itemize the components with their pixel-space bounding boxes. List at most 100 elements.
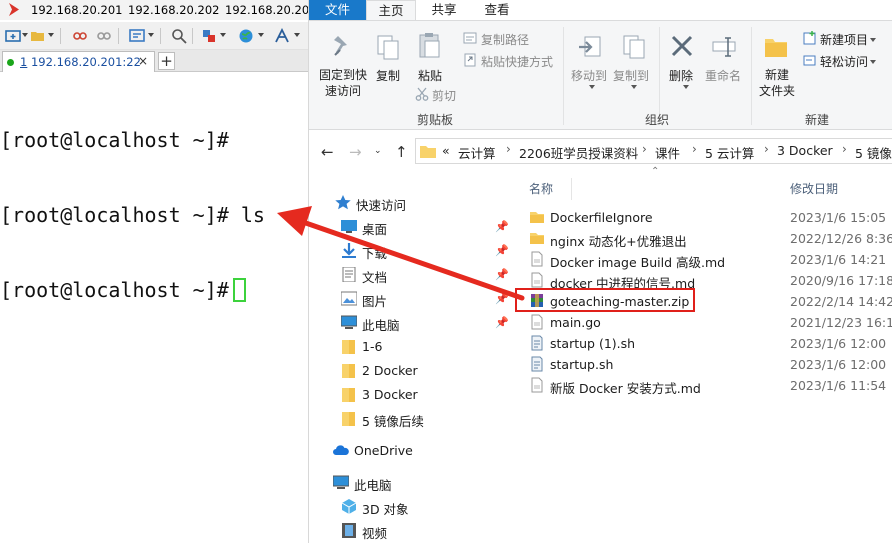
chevron-down-icon[interactable]	[294, 33, 300, 37]
chevron-down-icon	[683, 85, 689, 89]
screen: 192.168.20.201 192.168.20.202 192.168.20…	[0, 0, 892, 543]
folder-icon	[342, 340, 355, 354]
copy-button[interactable]: 复制	[376, 67, 400, 84]
breadcrumb-item[interactable]: 5 镜像后	[855, 143, 892, 162]
file-name: startup (1).sh	[550, 336, 636, 351]
find-icon[interactable]	[171, 28, 187, 44]
easy-access-button[interactable]: 轻松访问	[820, 53, 877, 70]
terminal-line: [root@localhost ~]#	[0, 128, 229, 152]
transfer-icon[interactable]	[201, 28, 217, 44]
file-list: ⌃ 名称 修改日期 DockerfileIgnore 2023/1/6 15:05…	[519, 166, 892, 543]
paste-shortcut-button[interactable]: 粘贴快捷方式	[481, 53, 553, 70]
script-file-icon	[529, 335, 545, 351]
forward-button[interactable]: →	[349, 143, 362, 161]
tab-view[interactable]: 查看	[472, 0, 522, 20]
terminal-line: [root@localhost ~]# ls	[0, 203, 265, 227]
globe-icon[interactable]	[238, 28, 254, 44]
file-row[interactable]: DockerfileIgnore 2023/1/6 15:05	[519, 207, 892, 228]
chevron-down-icon[interactable]	[148, 33, 154, 37]
session-link[interactable]: 192.168.20.203	[225, 3, 316, 17]
file-row[interactable]: 新版 Docker 安装方式.md 2023/1/6 11:54	[519, 375, 892, 396]
tab-file[interactable]: 文件	[309, 0, 366, 20]
session-bar: 192.168.20.201 192.168.20.202 192.168.20…	[0, 0, 316, 20]
copy-to-button[interactable]: 复制到	[613, 67, 649, 84]
move-to-button[interactable]: 移动到	[571, 67, 607, 84]
chevron-down-icon[interactable]	[220, 33, 226, 37]
pin-quick-access-button[interactable]: 固定到快 速访问	[315, 67, 371, 99]
rename-icon	[712, 37, 736, 57]
file-row[interactable]: Docker image Build 高级.md 2023/1/6 14:21	[519, 249, 892, 270]
file-row[interactable]: main.go 2021/12/23 16:16	[519, 312, 892, 333]
tab-share[interactable]: 共享	[419, 0, 469, 20]
chevron-down-icon[interactable]	[48, 33, 54, 37]
paste-button[interactable]: 粘贴	[418, 67, 442, 84]
properties-icon[interactable]	[129, 28, 145, 44]
ribbon: 固定到快 速访问 复制 粘贴 复制路径 粘贴快捷方式 剪切 剪贴板 移动到 复制…	[309, 20, 892, 130]
new-tab-button[interactable]: +	[158, 52, 175, 70]
highlight-box	[515, 288, 695, 312]
chevron-down-icon[interactable]	[22, 33, 28, 37]
folder-icon	[342, 388, 355, 402]
breadcrumb-overflow[interactable]: «	[442, 143, 450, 158]
open-folder-icon[interactable]	[30, 28, 46, 44]
breadcrumb-item[interactable]: 课件	[655, 143, 680, 162]
copy-path-button[interactable]: 复制路径	[481, 31, 529, 48]
column-header-modified[interactable]: 修改日期	[790, 180, 838, 197]
move-to-icon	[579, 36, 601, 57]
document-icon	[342, 267, 356, 282]
font-icon[interactable]	[274, 28, 290, 44]
folder-icon	[342, 364, 355, 378]
file-row[interactable]: nginx 动态化+优雅退出 2022/12/26 8:36	[519, 228, 892, 249]
breadcrumb-item[interactable]: 云计算	[458, 143, 496, 162]
breadcrumb-item[interactable]: 2206班学员授课资料	[519, 143, 638, 162]
copy-to-icon	[623, 35, 645, 59]
rename-button[interactable]: 重命名	[705, 67, 741, 84]
ssh-terminal-window: 192.168.20.201 192.168.20.202 192.168.20…	[0, 0, 316, 543]
terminal-output[interactable]: [root@localhost ~]# [root@localhost ~]# …	[0, 78, 308, 353]
copy-path-icon	[463, 32, 477, 44]
delete-icon	[671, 35, 693, 57]
up-button[interactable]: ↑	[395, 143, 408, 161]
text-cursor	[232, 278, 246, 302]
breadcrumb-item[interactable]: 5 云计算	[705, 143, 754, 162]
session-tab[interactable]: 1 192.168.20.201:22 ×	[2, 51, 155, 72]
file-name: nginx 动态化+优雅退出	[550, 234, 687, 249]
document-icon	[529, 272, 545, 288]
address-bar[interactable]: « 云计算 › 2206班学员授课资料 › 课件 › 5 云计算 › 3 Doc…	[415, 138, 892, 164]
paste-icon	[419, 33, 440, 58]
reconnect-icon[interactable]	[96, 28, 112, 44]
folder-icon	[420, 146, 436, 158]
file-name: Docker image Build 高级.md	[550, 255, 726, 270]
computer-icon	[341, 315, 357, 329]
new-item-button[interactable]: 新建项目	[820, 31, 877, 48]
file-modified-date: 2023/1/6 12:00	[790, 336, 887, 351]
file-explorer-window: 文件 主页 共享 查看 固定到快 速访问 复制 粘贴 复制路径 粘贴快捷方式 剪…	[308, 0, 892, 543]
session-link[interactable]: 192.168.20.202	[128, 3, 219, 17]
delete-button[interactable]: 删除	[669, 67, 693, 84]
file-row[interactable]: startup.sh 2023/1/6 12:00	[519, 354, 892, 375]
new-folder-icon	[765, 39, 787, 57]
app-logo-icon	[9, 3, 19, 16]
folder-icon	[529, 230, 545, 246]
pinned-icon: 📌	[495, 220, 509, 233]
column-header-name[interactable]: 名称	[529, 180, 553, 197]
new-session-icon[interactable]	[5, 28, 21, 44]
terminal-toolbar	[0, 22, 308, 50]
easy-access-icon	[803, 55, 816, 66]
recent-locations-chevron-icon[interactable]: ⌄	[374, 146, 382, 156]
back-button[interactable]: ←	[321, 143, 334, 161]
close-icon[interactable]: ×	[138, 54, 148, 68]
new-folder-button[interactable]: 新建 文件夹	[755, 67, 799, 99]
file-row[interactable]: startup (1).sh 2023/1/6 12:00	[519, 333, 892, 354]
tab-home[interactable]: 主页	[366, 0, 416, 20]
disconnect-icon[interactable]	[72, 28, 88, 44]
chevron-down-icon[interactable]	[258, 33, 264, 37]
breadcrumb-item[interactable]: 3 Docker	[777, 143, 833, 158]
new-item-icon	[803, 31, 816, 45]
video-icon	[342, 523, 356, 538]
cloud-icon	[333, 445, 349, 455]
cut-button[interactable]: 剪切	[432, 87, 456, 104]
session-link[interactable]: 192.168.20.201	[31, 3, 122, 17]
chevron-down-icon	[870, 38, 877, 42]
copy-icon	[377, 35, 399, 60]
